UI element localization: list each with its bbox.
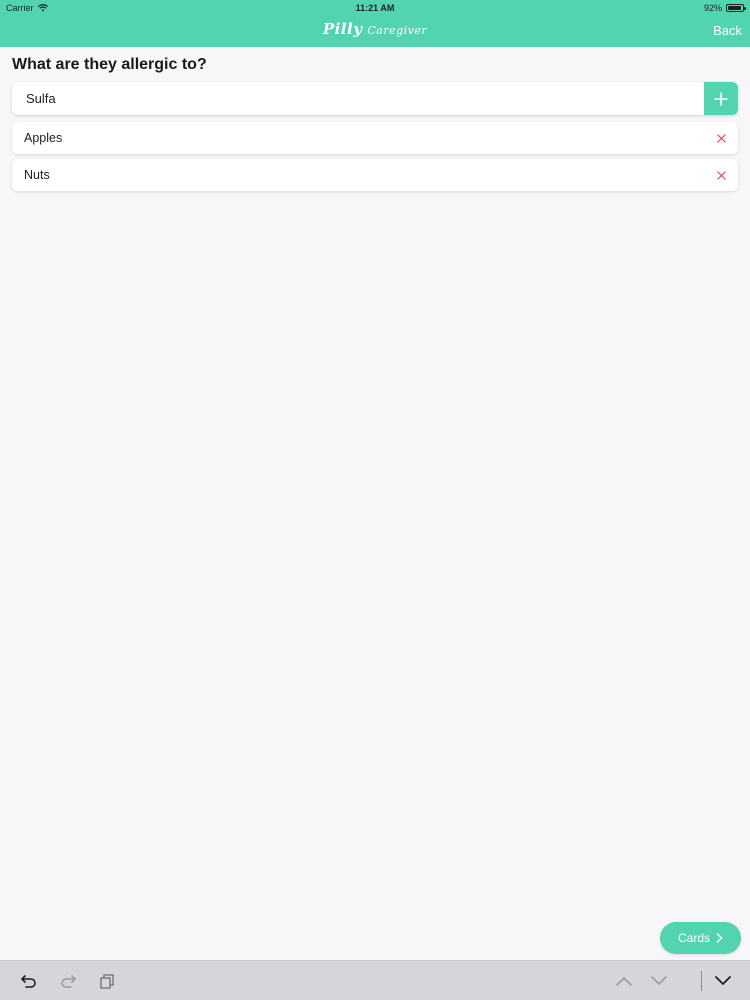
list-item: Nuts bbox=[12, 159, 738, 191]
chevron-down-icon bbox=[651, 976, 667, 985]
status-bar: Carrier 11:21 AM 92% bbox=[0, 0, 750, 15]
app-screen: Carrier 11:21 AM 92% Pilly Caregiver Bac… bbox=[0, 0, 750, 1000]
allergy-label: Apples bbox=[24, 131, 63, 145]
cards-button-label: Cards bbox=[677, 931, 710, 945]
dismiss-keyboard-button[interactable] bbox=[714, 972, 732, 990]
remove-allergy-button[interactable] bbox=[714, 168, 728, 182]
battery-fill bbox=[728, 6, 741, 10]
clipboard-icon bbox=[100, 974, 114, 989]
app-subtitle: Caregiver bbox=[367, 24, 428, 37]
chevron-up-icon bbox=[616, 977, 632, 986]
bar-divider bbox=[701, 971, 702, 991]
battery-percent: 92% bbox=[703, 3, 722, 13]
allergy-label: Nuts bbox=[24, 168, 50, 182]
back-button[interactable]: Back bbox=[713, 23, 742, 38]
app-title: Pilly Caregiver bbox=[0, 20, 750, 38]
close-icon bbox=[716, 133, 726, 143]
allergy-input-row bbox=[12, 82, 738, 115]
redo-button[interactable] bbox=[59, 972, 77, 990]
status-time: 11:21 AM bbox=[355, 3, 395, 13]
redo-icon bbox=[61, 975, 76, 988]
chevron-right-icon bbox=[716, 933, 723, 943]
keyboard-dismiss-icon bbox=[715, 976, 731, 985]
header: Carrier 11:21 AM 92% Pilly Caregiver Bac… bbox=[0, 0, 750, 47]
previous-field-button[interactable] bbox=[615, 972, 633, 990]
undo-icon bbox=[21, 975, 36, 988]
clipboard-button[interactable] bbox=[98, 972, 116, 990]
keyboard-accessory-bar bbox=[0, 960, 750, 1000]
allergy-input[interactable] bbox=[12, 82, 704, 115]
close-icon bbox=[716, 170, 726, 180]
list-item: Apples bbox=[12, 122, 738, 154]
battery-icon bbox=[726, 4, 746, 12]
remove-allergy-button[interactable] bbox=[714, 131, 728, 145]
plus-icon bbox=[714, 91, 728, 106]
next-field-button[interactable] bbox=[650, 972, 668, 990]
status-battery-group: 92% bbox=[703, 3, 746, 13]
undo-button[interactable] bbox=[20, 972, 38, 990]
add-allergy-button[interactable] bbox=[704, 82, 738, 115]
allergy-list: Apples Nuts bbox=[12, 122, 738, 196]
cards-button[interactable]: Cards bbox=[660, 922, 741, 954]
page-title: What are they allergic to? bbox=[12, 56, 207, 73]
app-brand: Pilly bbox=[322, 20, 363, 38]
